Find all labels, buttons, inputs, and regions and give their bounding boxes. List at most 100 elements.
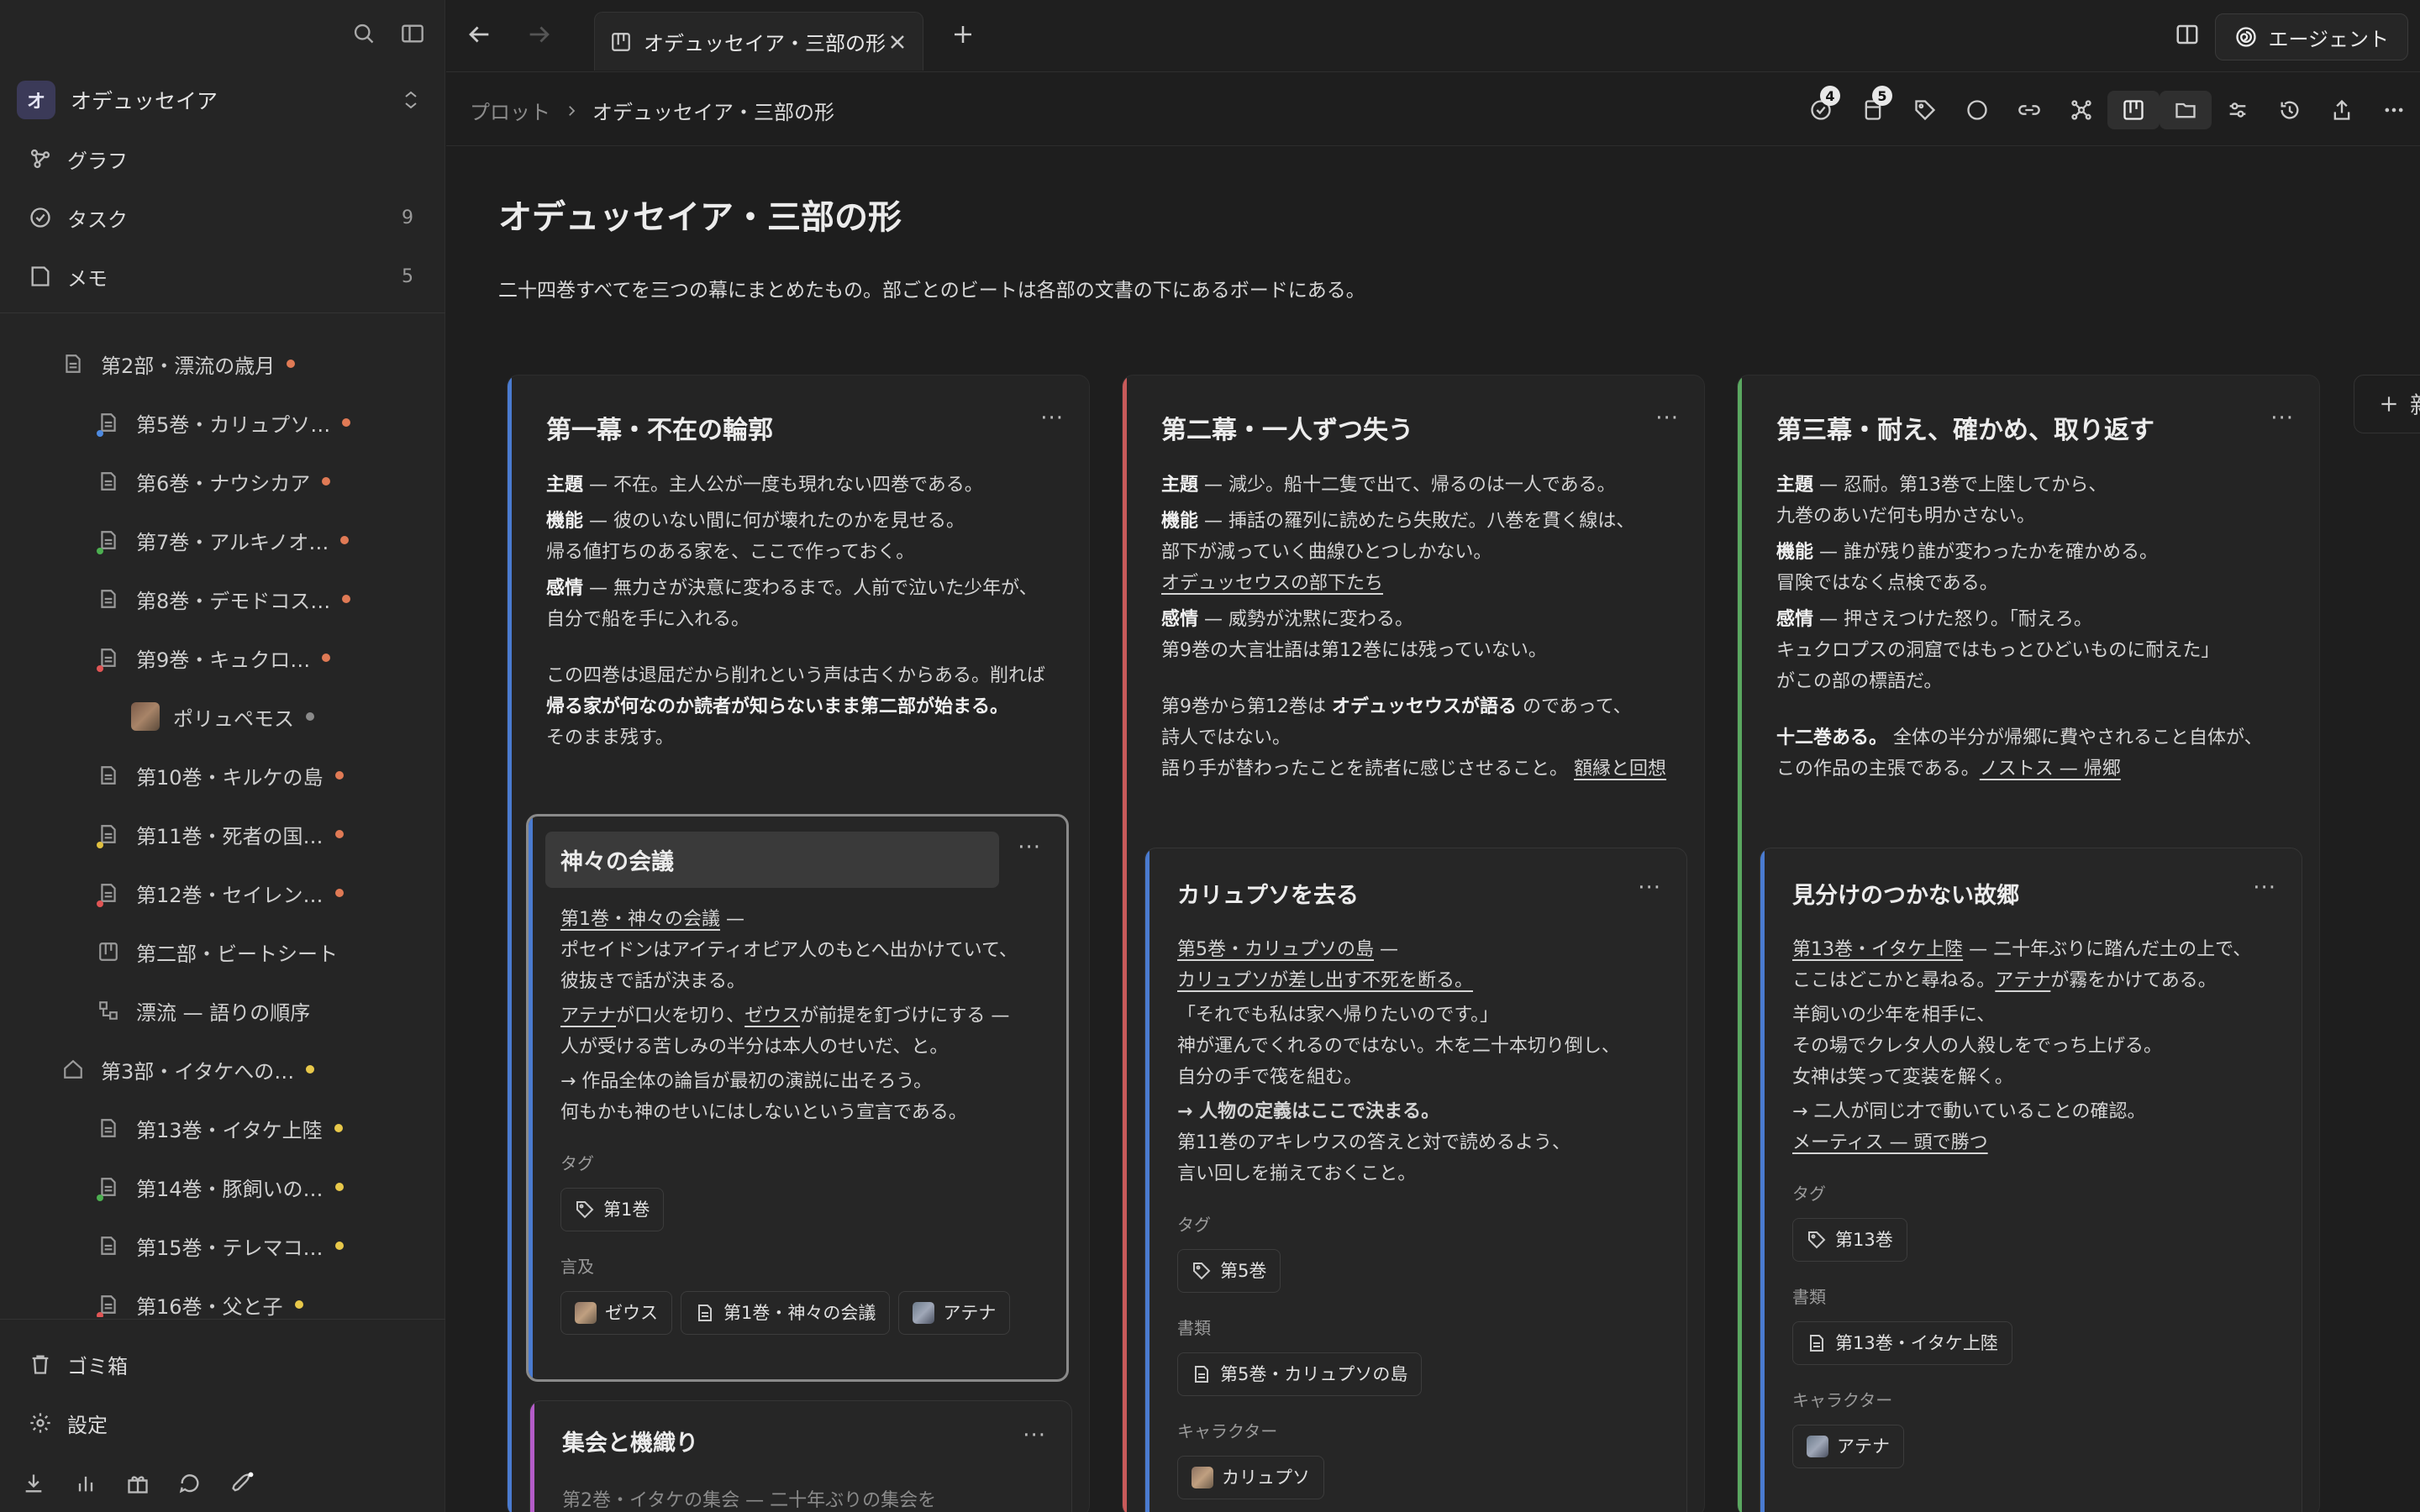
- search-icon[interactable]: [352, 22, 376, 45]
- line-key: 感情: [546, 578, 584, 599]
- column-title: 第二幕・一人ずつ失う: [1161, 416, 1413, 445]
- split-view-icon[interactable]: [2175, 22, 2200, 47]
- doc-link[interactable]: 額縁と回想: [1574, 759, 1666, 780]
- card-text: — 二十年ぶりに踏んだ土の上で、: [1963, 939, 2252, 960]
- column-line: 機能 — 彼のいない間に何が壊れたのかを見せる。 帰る値打ちのある家を、ここで作っ…: [546, 506, 1067, 568]
- workspace-switcher[interactable]: オ オデュッセイア: [17, 81, 420, 119]
- close-icon[interactable]: [887, 32, 908, 52]
- add-column-button[interactable]: 新: [2354, 375, 2420, 433]
- forward-arrow-icon[interactable]: [525, 20, 554, 49]
- tree-item[interactable]: 第5巻・カリュプソ…: [0, 393, 445, 452]
- new-tab-plus-icon[interactable]: [950, 22, 976, 47]
- graph-toolbar-button[interactable]: [2055, 91, 2107, 129]
- tag-toolbar-button[interactable]: [1899, 91, 1951, 129]
- download-icon[interactable]: [22, 1472, 45, 1495]
- para-text: この作品の主張である。: [1776, 759, 1980, 780]
- tree-item[interactable]: 第8巻・デモドコス…: [0, 570, 445, 628]
- chat-icon[interactable]: [178, 1472, 202, 1495]
- tree-item-label: 漂流 — 語りの順序: [136, 1000, 311, 1025]
- tag-chip[interactable]: 第1巻: [560, 1188, 665, 1231]
- doc-icon: [96, 1174, 121, 1201]
- doc-link[interactable]: メーティス — 頭で勝つ: [1792, 1132, 1988, 1153]
- bar-chart-icon[interactable]: [74, 1472, 97, 1495]
- card-more-icon[interactable]: ···: [1023, 1423, 1046, 1448]
- para-text: 詩人ではない。: [1161, 727, 1292, 748]
- link-toolbar-button[interactable]: [2003, 91, 2055, 129]
- doc-link[interactable]: 第1巻・神々の会議: [560, 909, 720, 930]
- tree-item[interactable]: 第12巻・セイレン…: [0, 864, 445, 922]
- tree-item-label: 第13巻・イタケ上陸: [136, 1118, 323, 1142]
- card-text: 自分の手で筏を組む。: [1177, 1067, 1363, 1088]
- line-text: — 威勢が沈黙に変わる。: [1198, 609, 1414, 630]
- beat-card-assembly[interactable]: 集会と機織り ··· 第2巻・イタケの集会 — 二十年ぶりの集会を: [529, 1400, 1072, 1512]
- character-link[interactable]: ゼウス: [744, 1005, 800, 1026]
- tree-item[interactable]: 第11巻・死者の国…: [0, 805, 445, 864]
- more-toolbar-button[interactable]: [2368, 91, 2420, 129]
- gift-icon[interactable]: [126, 1472, 150, 1495]
- folder-toolbar-button[interactable]: [2160, 91, 2212, 129]
- tree-item[interactable]: 第10巻・キルケの島: [0, 746, 445, 805]
- doc-chip[interactable]: 第13巻・イタケ上陸: [1792, 1321, 2012, 1365]
- mention-chip[interactable]: アテナ: [898, 1291, 1011, 1335]
- tag-chip[interactable]: 第13巻: [1792, 1218, 1907, 1262]
- share-toolbar-button[interactable]: [2316, 91, 2368, 129]
- card-title[interactable]: 神々の会議: [545, 832, 999, 888]
- tree-item[interactable]: 第2部・漂流の歳月: [0, 334, 445, 393]
- beat-card-unrecognized-home[interactable]: 見分けのつかない故郷 ··· 第13巻・イタケ上陸 — 二十年ぶりに踏んだ土の上…: [1760, 848, 2302, 1512]
- card-more-icon[interactable]: ···: [1638, 875, 1661, 900]
- agent-button[interactable]: エージェント: [2215, 13, 2408, 60]
- rocket-icon[interactable]: [230, 1472, 254, 1495]
- beat-card-gods-council[interactable]: 神々の会議 ··· 第1巻・神々の会議 — ポセイドンはアイティオピア人のもとへ出…: [526, 814, 1069, 1382]
- history-toolbar-button[interactable]: [2264, 91, 2316, 129]
- tree-item[interactable]: 第3部・イタケへの…: [0, 1040, 445, 1099]
- nav-trash[interactable]: ゴミ箱: [27, 1341, 128, 1387]
- character-link[interactable]: アテナ: [1995, 970, 2050, 991]
- tree-item[interactable]: 第16巻・父と子: [0, 1275, 445, 1317]
- doc-icon: [96, 880, 121, 907]
- board-view-toolbar-button[interactable]: [2107, 91, 2160, 129]
- tree-item[interactable]: 第7巻・アルキノオ…: [0, 511, 445, 570]
- filter-toolbar-button[interactable]: [2212, 91, 2264, 129]
- character-chip[interactable]: カリュプソ: [1177, 1456, 1324, 1499]
- tree-item[interactable]: 第9巻・キュクロ…: [0, 628, 445, 687]
- nav-graph[interactable]: グラフ: [27, 136, 413, 181]
- card-more-icon[interactable]: ···: [1018, 835, 1041, 860]
- breadcrumb: プロット オデュッセイア・三部の形: [470, 96, 834, 125]
- tree-item[interactable]: 第15巻・テレマコ…: [0, 1216, 445, 1275]
- tree-item[interactable]: 第二部・ビートシート: [0, 922, 445, 981]
- tree-item[interactable]: 漂流 — 語りの順序: [0, 981, 445, 1040]
- tag-chip[interactable]: 第5巻: [1177, 1249, 1281, 1293]
- nav-tasks[interactable]: タスク 9: [27, 195, 413, 240]
- doc-chip[interactable]: 第5巻・カリュプソの島: [1177, 1352, 1423, 1396]
- nav-memo[interactable]: メモ 5: [27, 254, 413, 299]
- nav-settings[interactable]: 設定: [27, 1400, 108, 1446]
- mention-chip[interactable]: ゼウス: [560, 1291, 672, 1335]
- tab-active[interactable]: オデュッセイア・三部の形: [594, 12, 923, 71]
- card-text: ポセイドンはアイティオピア人のもとへ出かけていて、: [560, 940, 1018, 961]
- status-toolbar-button[interactable]: [1951, 91, 2003, 129]
- doc-link[interactable]: 第13巻・イタケ上陸: [1792, 939, 1963, 960]
- character-link[interactable]: アテナ: [560, 1005, 616, 1026]
- card-line: 第5巻・カリュプソの島 — カリュプソが差し出す不死を断る。: [1177, 934, 1673, 996]
- column-more-icon[interactable]: ···: [1040, 406, 1064, 431]
- mention-chip[interactable]: 第1巻・神々の会議: [681, 1291, 891, 1335]
- column-more-icon[interactable]: ···: [1655, 406, 1679, 431]
- back-arrow-icon[interactable]: [465, 20, 493, 49]
- breadcrumb-root[interactable]: プロット: [470, 96, 550, 125]
- beat-card-leave-calypso[interactable]: カリュプソを去る ··· 第5巻・カリュプソの島 — カリュプソが差し出す不死を断…: [1144, 848, 1687, 1512]
- doc-link[interactable]: ノストス — 帰郷: [1980, 759, 2121, 780]
- character-chip[interactable]: アテナ: [1792, 1425, 1904, 1468]
- tree-item[interactable]: ポリュペモス: [0, 687, 445, 746]
- tasks-toolbar-button[interactable]: 4: [1795, 86, 1847, 129]
- tree-item[interactable]: 第14巻・豚飼いの…: [0, 1158, 445, 1216]
- card-more-icon[interactable]: ···: [2253, 875, 2276, 900]
- sidebar-toggle-icon[interactable]: [401, 22, 424, 45]
- column-more-icon[interactable]: ···: [2270, 406, 2294, 431]
- docs-toolbar-button[interactable]: 5: [1847, 86, 1899, 129]
- doc-link[interactable]: 第5巻・カリュプソの島: [1177, 939, 1374, 960]
- tree-item[interactable]: 第6巻・ナウシカア: [0, 452, 445, 511]
- card-text: ここはどこかと尋ねる。: [1792, 970, 1996, 991]
- main-area: オデュッセイア・三部の形 エージェント プロット オデュッセイア・三部の形 4 …: [446, 0, 2420, 1512]
- tree-item[interactable]: 第13巻・イタケ上陸: [0, 1099, 445, 1158]
- doc-link[interactable]: オデュッセウスの部下たち: [1161, 573, 1383, 594]
